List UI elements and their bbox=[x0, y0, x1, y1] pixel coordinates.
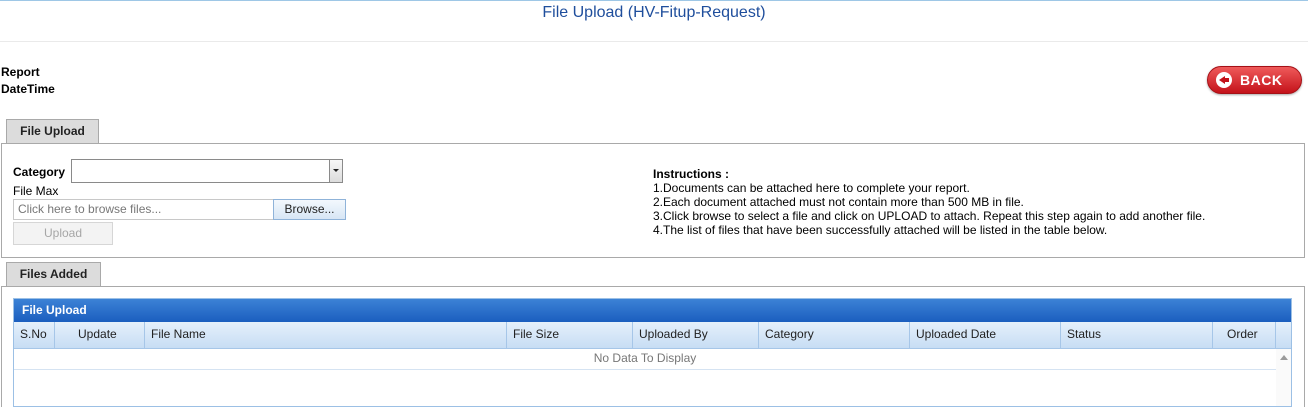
back-button-label: BACK bbox=[1240, 72, 1283, 88]
instruction-line: 1.Documents can be attached here to comp… bbox=[653, 181, 970, 195]
column-header-update[interactable]: Update bbox=[55, 322, 145, 348]
back-arrow-icon bbox=[1216, 72, 1232, 88]
upload-button[interactable]: Upload bbox=[13, 222, 113, 245]
row-divider bbox=[14, 369, 1276, 370]
files-grid: File Upload S.No Update File Name File S… bbox=[13, 298, 1292, 407]
browse-button[interactable]: Browse... bbox=[273, 199, 346, 220]
grid-column-headers: S.No Update File Name File Size Uploaded… bbox=[14, 322, 1291, 349]
file-browse-input[interactable]: Click here to browse files... bbox=[13, 199, 274, 220]
column-header-sno[interactable]: S.No bbox=[14, 322, 55, 348]
instructions-title: Instructions : bbox=[653, 167, 730, 181]
report-datetime-label: Report DateTime bbox=[1, 65, 55, 96]
scroll-up-icon[interactable] bbox=[1280, 355, 1288, 360]
column-header-uploaded-by[interactable]: Uploaded By bbox=[633, 322, 759, 348]
category-select[interactable] bbox=[71, 159, 343, 183]
page-title: File Upload (HV-Fitup-Request) bbox=[542, 4, 766, 21]
instruction-line: 2.Each document attached must not contai… bbox=[653, 195, 1024, 209]
vertical-scrollbar[interactable] bbox=[1276, 349, 1291, 406]
column-header-file-size[interactable]: File Size bbox=[507, 322, 633, 348]
tab-file-upload[interactable]: File Upload bbox=[6, 119, 99, 143]
column-header-status[interactable]: Status bbox=[1061, 322, 1213, 348]
column-header-file-name[interactable]: File Name bbox=[145, 322, 507, 348]
no-data-message: No Data To Display bbox=[593, 351, 697, 365]
title-divider bbox=[0, 41, 1308, 42]
top-border bbox=[0, 0, 1308, 1]
instructions: Instructions : 1.Documents can be attach… bbox=[653, 167, 1205, 237]
column-header-order[interactable]: Order bbox=[1213, 322, 1276, 348]
column-header-category[interactable]: Category bbox=[759, 322, 910, 348]
tab-files-added[interactable]: Files Added bbox=[6, 262, 101, 286]
category-label: Category bbox=[13, 165, 66, 179]
file-max-label: File Max bbox=[13, 184, 59, 198]
column-header-uploaded-date[interactable]: Uploaded Date bbox=[910, 322, 1061, 348]
back-button[interactable]: BACK bbox=[1207, 66, 1302, 94]
grid-title: File Upload bbox=[14, 299, 1291, 322]
instruction-line: 3.Click browse to select a file and clic… bbox=[653, 209, 1206, 223]
chevron-down-icon[interactable] bbox=[329, 160, 342, 182]
instruction-line: 4.The list of files that have been succe… bbox=[653, 223, 1108, 237]
